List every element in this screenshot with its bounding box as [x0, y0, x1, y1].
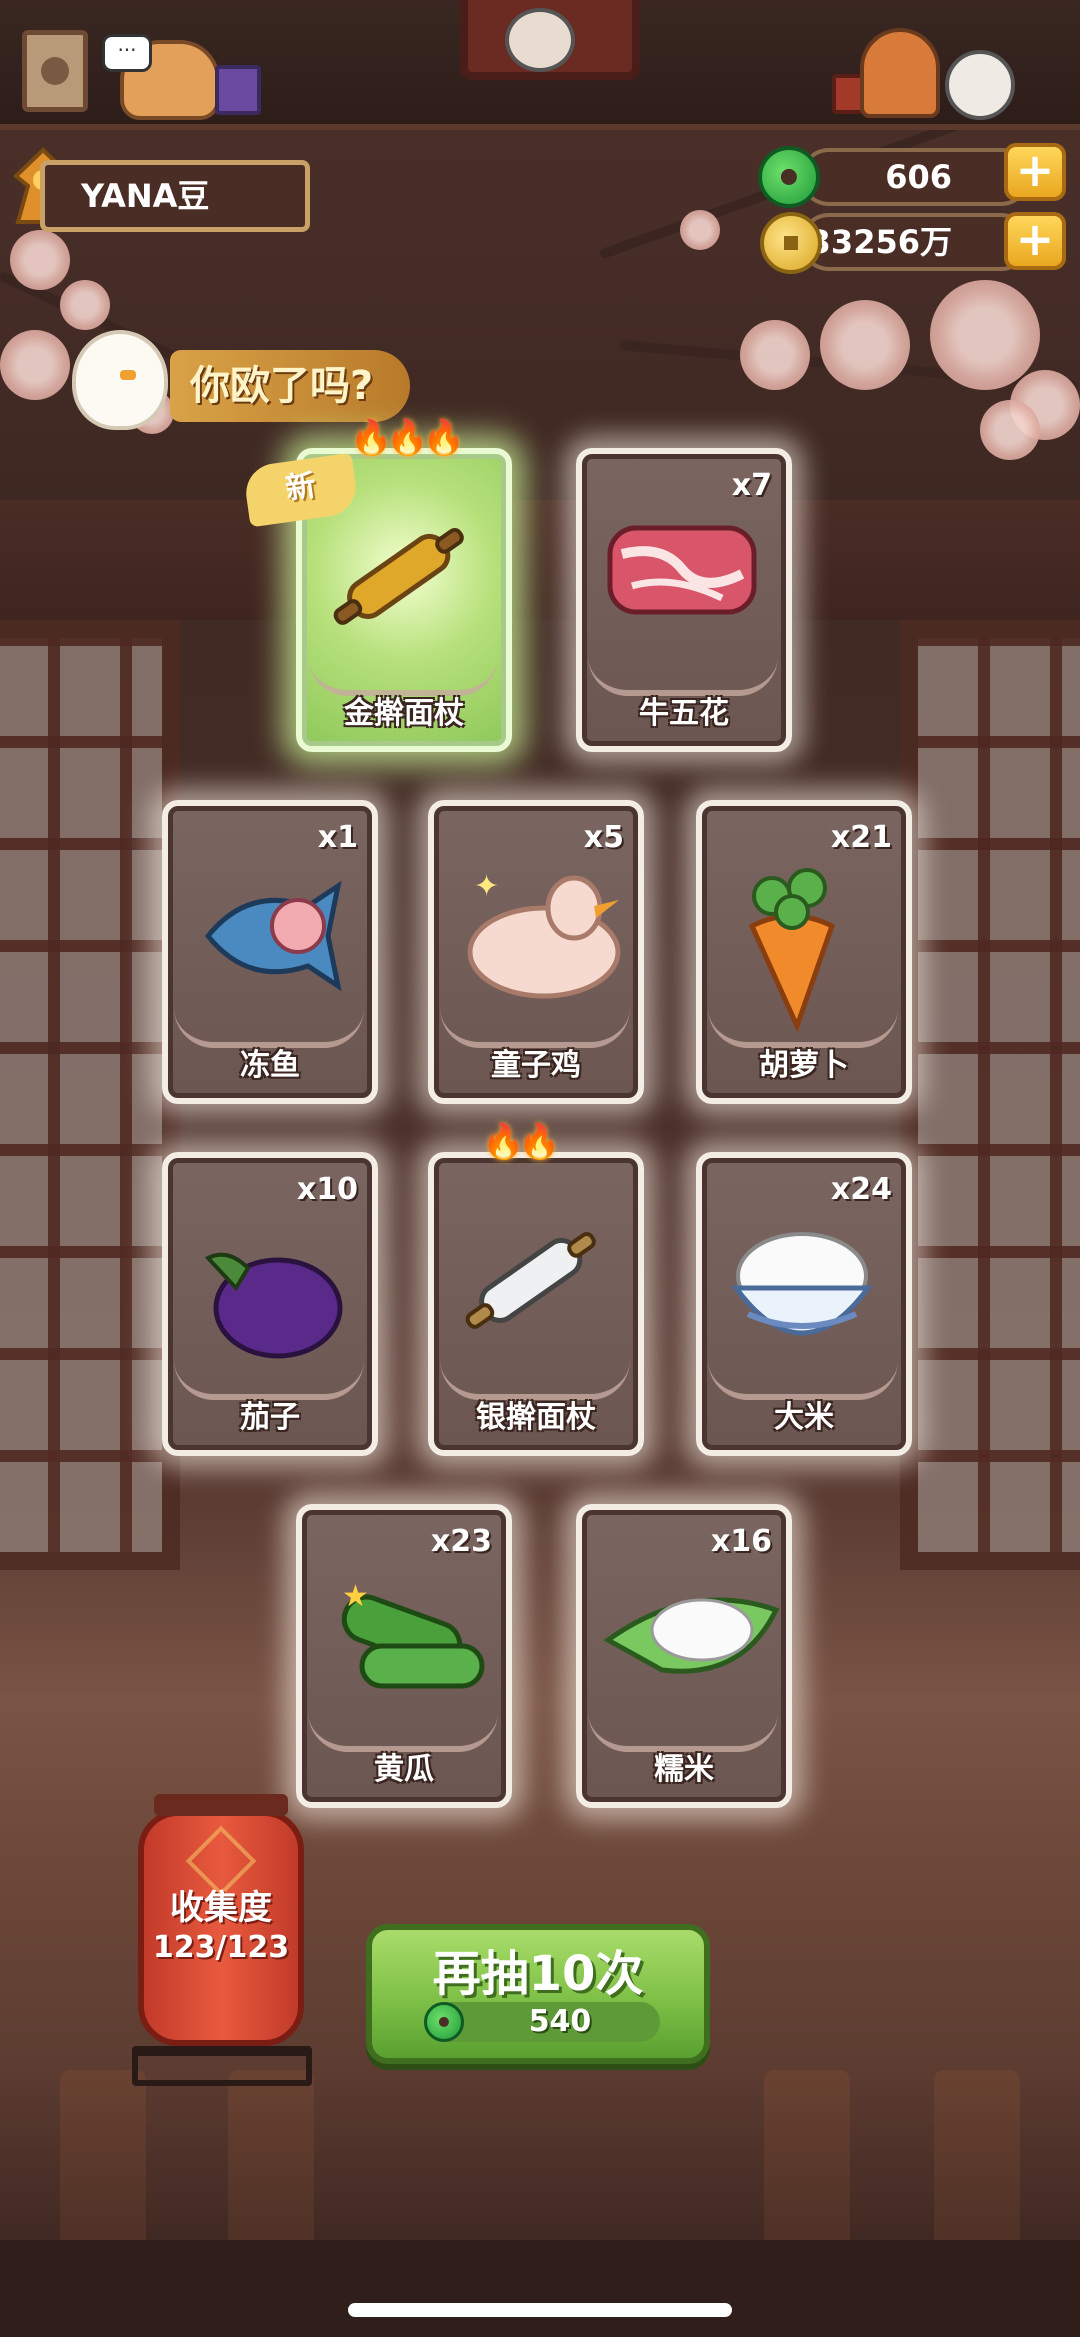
item-card[interactable]: x24 大米	[696, 1152, 912, 1456]
gold-coin-icon	[760, 212, 822, 274]
chick-mascot-icon	[72, 330, 168, 430]
blossom	[820, 300, 910, 390]
collection-progress: 123/123	[152, 1930, 290, 1965]
glutinous-rice-icon	[602, 1570, 782, 1694]
player-name-plate[interactable]: YANA豆	[40, 160, 310, 232]
add-gold-button[interactable]: +	[1004, 212, 1066, 270]
item-name: 金擀面杖	[344, 696, 464, 731]
wall-band	[0, 500, 1080, 620]
item-count: x10	[296, 1172, 358, 1207]
blossom	[0, 330, 70, 400]
item-name: 黄瓜	[374, 1752, 434, 1787]
item-name: 糯米	[654, 1752, 714, 1787]
chat-bubble-icon[interactable]: ···	[102, 34, 152, 72]
item-count: x24	[830, 1172, 892, 1207]
item-count: x5	[583, 820, 624, 855]
item-name: 冻鱼	[240, 1048, 300, 1083]
right-window-lattice	[900, 620, 1080, 1570]
item-card[interactable]: x1 冻鱼	[162, 800, 378, 1104]
item-name: 胡萝卜	[759, 1048, 849, 1083]
item-card[interactable]: x21 胡萝卜	[696, 800, 912, 1104]
gold-amount: 33256万	[808, 223, 952, 261]
item-card[interactable]: ★ x23 黄瓜	[296, 1504, 512, 1808]
item-card[interactable]: x10 茄子	[162, 1152, 378, 1456]
item-name: 大米	[774, 1400, 834, 1435]
svg-text:★: ★	[342, 1579, 369, 1614]
item-name: 茄子	[240, 1400, 300, 1435]
jade-currency-display: 606	[800, 148, 1030, 206]
item-card[interactable]: 银擀面杖	[428, 1152, 644, 1456]
item-count: x7	[731, 468, 772, 503]
rarity-flames-icon: 🔥🔥	[482, 1122, 561, 1162]
collection-title: 收集度	[170, 1888, 272, 1928]
scroll-icon[interactable]	[22, 30, 88, 112]
ghost-cat-character-icon[interactable]	[945, 50, 1015, 120]
blossom	[10, 230, 70, 290]
rice-bowl-icon	[722, 1218, 882, 1372]
rarity-flames-icon: 🔥🔥🔥	[350, 418, 465, 458]
granny-character-icon[interactable]	[505, 8, 575, 72]
item-card[interactable]: ✦ x5 童子鸡	[428, 800, 644, 1104]
svg-text:✦: ✦	[474, 869, 499, 904]
blossom	[680, 210, 720, 250]
cucumber-icon: ★	[322, 1570, 492, 1714]
add-jade-button[interactable]: +	[1004, 143, 1066, 201]
item-count: x1	[317, 820, 358, 855]
gacha-result-screen: ··· YANA豆 606 + 33256万 + 你欧了吗? 金擀面杖 🔥🔥🔥 x7…	[0, 0, 1080, 2337]
item-name: 童子鸡	[491, 1048, 581, 1083]
jade-amount: 606	[885, 158, 952, 196]
young-chicken-icon: ✦	[454, 866, 634, 1010]
gold-currency-display: 33256万	[800, 213, 1030, 271]
item-count: x16	[710, 1524, 772, 1559]
silver-rolling-pin-icon	[454, 1218, 604, 1342]
item-card[interactable]: x16 糯米	[576, 1504, 792, 1808]
jade-icon	[758, 146, 820, 208]
golden-rolling-pin-icon	[322, 514, 472, 638]
top-shelf: ···	[0, 0, 1080, 130]
blossom	[930, 280, 1040, 390]
book-icon	[215, 65, 261, 115]
item-card[interactable]: x7 牛五花	[576, 448, 792, 752]
eggplant-icon	[188, 1218, 348, 1372]
boy-character-icon[interactable]	[860, 28, 940, 118]
lantern-stand	[132, 2046, 312, 2086]
jade-icon	[424, 2002, 464, 2042]
draw-again-label: 再抽10次	[432, 1946, 644, 2002]
blossom	[60, 280, 110, 330]
draw-cost: 540	[528, 2004, 592, 2039]
item-count: x23	[430, 1524, 492, 1559]
blossom	[740, 320, 810, 390]
left-window-lattice	[0, 620, 180, 1570]
beef-belly-icon	[602, 514, 762, 628]
frozen-fish-icon	[188, 866, 358, 1010]
bottom-bar	[0, 2240, 1080, 2337]
lucky-banner: 你欧了吗?	[170, 350, 410, 422]
blossom	[980, 400, 1040, 460]
floor	[0, 2080, 1080, 2260]
item-name: 银擀面杖	[476, 1400, 596, 1435]
home-indicator[interactable]	[348, 2303, 732, 2317]
item-name: 牛五花	[639, 696, 729, 731]
player-name: YANA豆	[81, 177, 210, 215]
item-count: x21	[830, 820, 892, 855]
